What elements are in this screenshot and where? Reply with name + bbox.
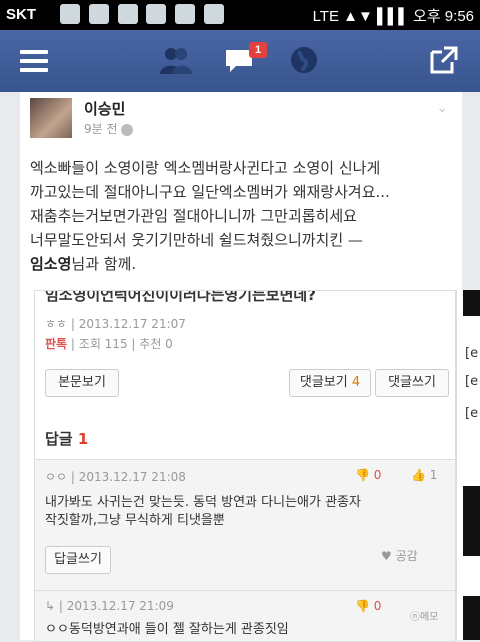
thumb-down-icon: 👎 [355, 599, 370, 613]
comment-item: ↳ | 2013.12.17 21:09 👎 0 ㅇㅇ동덕방연과애 들이 젤 잘… [35, 590, 455, 641]
comment-item: ㅇㅇ | 2013.12.17 21:08 👎 0 👍 1 내가봐도 사귀는건 … [35, 459, 455, 590]
app-icon [175, 4, 196, 24]
comment-meta: ↳ | 2013.12.17 21:09 [45, 599, 174, 613]
comment-text: ㅇㅇ동덕방연과애 들이 젤 잘하는게 관종짓임 [45, 621, 445, 639]
recommend: 추천 0 [139, 337, 173, 351]
strip-item: [e [465, 374, 479, 389]
separator: | [70, 317, 79, 331]
like-count-button[interactable]: 👍 1 [411, 468, 437, 482]
view-body-button[interactable]: 본문보기 [45, 369, 119, 397]
reply-arrow-icon: ↳ [45, 599, 56, 613]
comment-text: 내가봐도 사귀는건 맞는듯. 동덕 방연과 다니는애가 관종자 작짓할까,그냥 … [45, 494, 445, 530]
comment-line: 작짓할까,그냥 무식하게 티냇을뿐 [45, 513, 225, 528]
comment-meta: ㅇㅇ | 2013.12.17 21:08 [45, 468, 186, 485]
post-line: 엑소빠들이 소영이랑 엑소멤버랑사귄다고 소영이 신나게 [30, 159, 381, 177]
separator: | [70, 337, 79, 351]
image-thumbnail [463, 486, 480, 556]
download-icon [117, 4, 138, 24]
thumb-up-icon: 👍 [411, 468, 426, 482]
shared-post-preview[interactable]: 임소영이언럭어진이이러다는영기는보면데? ㅎㅎ | 2013.12.17 21:… [34, 290, 456, 642]
shared-date: 2013.12.17 21:07 [78, 317, 186, 331]
app-icon [146, 4, 167, 24]
adjacent-card-strip[interactable]: [e [e [e [456, 290, 480, 640]
calendar-icon [88, 4, 109, 24]
memo-watermark: ⓝ메모 [410, 612, 439, 623]
image-thumbnail [463, 596, 480, 640]
heart-icon: ♥ [381, 549, 392, 563]
top-nav-bar: 1 [0, 30, 480, 92]
empathy-button[interactable]: ♥ 공감 [381, 547, 418, 564]
carrier-label: SKT [6, 6, 36, 23]
post-body: 엑소빠들이 소영이랑 엑소멤버랑사귄다고 소영이 신나게 까고있는데 절대아니구… [30, 156, 450, 276]
replies-count: 1 [77, 430, 89, 448]
comment-line: 내가봐도 사귀는건 맞는듯. 동덕 방연과 다니는애가 관종자 [45, 495, 361, 510]
status-notification-icons [60, 4, 228, 24]
shared-post-stats: 판톡 | 조회 115 | 추천 0 [45, 335, 173, 352]
image-thumbnail [463, 290, 480, 316]
strip-item: [e [465, 406, 479, 421]
shared-post-meta: ㅎㅎ | 2013.12.17 21:07 [45, 315, 186, 332]
replies-label: 답글 [45, 430, 73, 448]
dislike-button[interactable]: 👎 0 [355, 468, 381, 482]
comment-date: 2013.12.17 21:09 [66, 599, 174, 613]
strip-item: [e [465, 346, 479, 361]
comment-line: ㅇㅇ동덕방연과애 들이 젤 잘하는게 관종짓임 [45, 622, 289, 637]
dislike-count: 0 [373, 468, 382, 482]
lock-icon [203, 4, 224, 24]
post-line: 까고있는데 절대아니구요 일단엑소멤버가 왜재랑사겨요... [30, 183, 390, 201]
comment-date: 2013.12.17 21:08 [78, 470, 186, 484]
menu-icon[interactable] [20, 50, 48, 72]
post-time-text: 9분 전 [84, 122, 118, 136]
write-comment-button[interactable]: 댓글쓰기 [375, 369, 449, 397]
tag-suffix: 님과 함께. [71, 255, 137, 273]
post-time: 9분 전 [84, 120, 134, 137]
post-line: 너무말도안되서 웃기기만하네 쉴드쳐줬으니까치킨 — [30, 231, 363, 249]
post-line: 재춤추는거보면가관임 절대아니니까 그만괴롭히세요 [30, 207, 357, 225]
comment-author: ㅇㅇ [45, 470, 68, 484]
chevron-down-icon[interactable]: ⌄ [436, 100, 448, 116]
globe-icon [121, 123, 134, 136]
pan-label: 판톡 [45, 337, 68, 351]
replies-header: 답글 1 [45, 428, 88, 449]
separator: | [58, 599, 67, 613]
views: 조회 115 [78, 337, 128, 351]
view-comments-label: 댓글보기 [299, 375, 348, 390]
shared-post-title: 임소영이언럭어진이이러다는영기는보면데? [45, 290, 316, 304]
status-right-info: LTE ▲▼ ▌▌▌ 오후 9:56 [312, 8, 474, 25]
status-bar: SKT LTE ▲▼ ▌▌▌ 오후 9:56 [0, 0, 480, 30]
like-count: 1 [429, 468, 438, 482]
avatar[interactable] [30, 98, 72, 138]
tagged-name[interactable]: 임소영 [30, 255, 71, 273]
separator: | [70, 470, 79, 484]
author-name[interactable]: 이승민 [84, 98, 125, 119]
dislike-count: 0 [373, 599, 382, 613]
reply-button[interactable]: 답글쓰기 [45, 546, 111, 574]
friend-requests-icon[interactable] [158, 44, 194, 76]
shared-author: ㅎㅎ [45, 317, 68, 331]
comment-count: 4 [351, 375, 361, 390]
empathy-label: 공감 [395, 549, 418, 563]
notifications-globe-icon[interactable] [286, 44, 322, 76]
view-comments-button[interactable]: 댓글보기 4 [289, 369, 371, 397]
share-icon[interactable] [426, 44, 462, 76]
post-line: 임소영님과 함께. [30, 252, 450, 276]
dislike-button[interactable]: 👎 0 [355, 599, 381, 613]
thumb-down-icon: 👎 [355, 468, 370, 482]
plus-icon [60, 4, 80, 24]
notification-badge: 1 [249, 42, 267, 58]
